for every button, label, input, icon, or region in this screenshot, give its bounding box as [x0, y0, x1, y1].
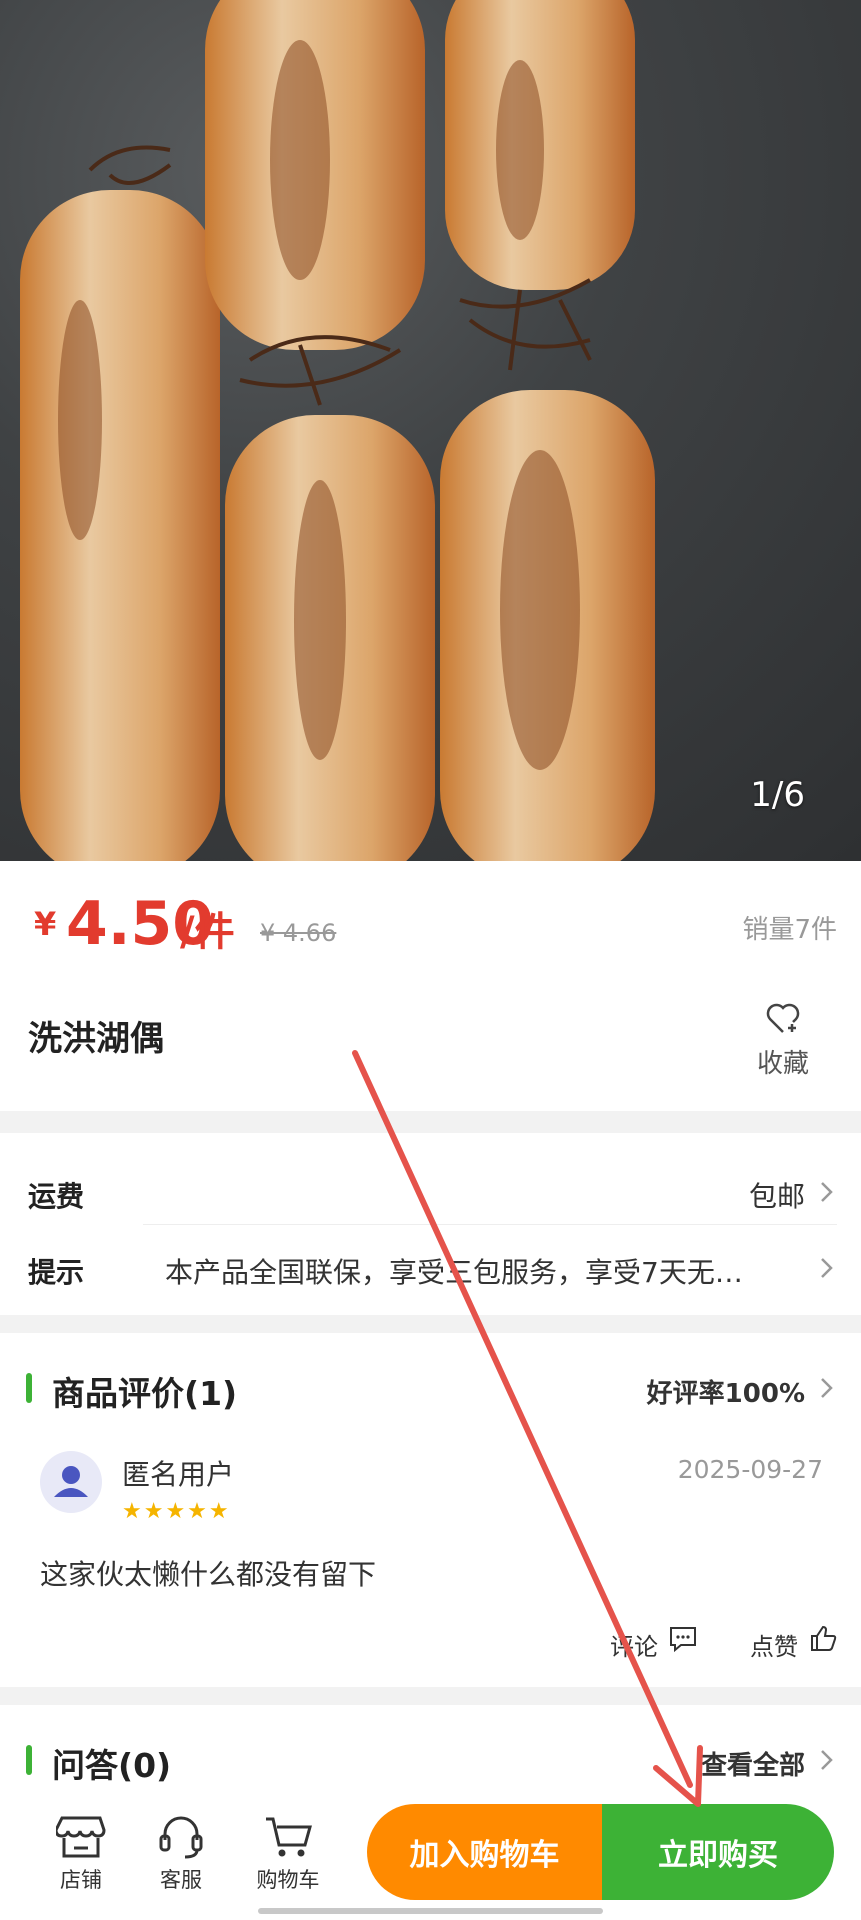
chevron-right-icon [821, 1182, 833, 1202]
review-stars: ★★★★★ [122, 1499, 231, 1524]
tip-label: 提示 [28, 1256, 85, 1289]
qa-view-all: 查看全部 [700, 1751, 805, 1781]
comment-icon [670, 1627, 696, 1653]
original-price: ¥ 4.66 [260, 919, 337, 947]
add-to-cart-button[interactable]: 加入购物车 [367, 1804, 602, 1900]
price-unit: /件 [180, 909, 235, 955]
favorite-button[interactable]: 收藏 [743, 1001, 823, 1080]
cart-icon [266, 1817, 312, 1857]
shop-tab[interactable]: 店铺 [36, 1814, 126, 1894]
avatar [40, 1451, 102, 1513]
sales-count: 销量7件 [742, 915, 837, 945]
positive-rate: 好评率100% [646, 1379, 805, 1409]
user-icon [54, 1466, 88, 1497]
heart-plus-icon [766, 1003, 800, 1033]
favorite-label: 收藏 [756, 1049, 809, 1079]
qa-title: 问答(0) [52, 1746, 172, 1785]
review-username: 匿名用户 [122, 1458, 235, 1491]
price-section: ¥ 4.50 /件 ¥ 4.66 销量7件 洗洪湖偶 收藏 [0, 861, 861, 1111]
product-title: 洗洪湖偶 [28, 1019, 164, 1059]
thumbs-up-icon [811, 1625, 837, 1651]
store-icon [56, 1816, 106, 1858]
tip-value: 本产品全国联保，享受三包服务，享受7天无… [165, 1256, 743, 1289]
reviews-section: 商品评价(1) 好评率100% 匿名用户 ★★★★★ 2025-09-27 这家… [0, 1333, 861, 1687]
section-accent-bar [26, 1745, 32, 1775]
chevron-right-icon [821, 1750, 833, 1770]
customer-service-tab[interactable]: 客服 [136, 1814, 226, 1894]
chevron-right-icon [821, 1378, 833, 1398]
home-indicator [258, 1908, 603, 1914]
shipping-label: 运费 [28, 1180, 85, 1213]
chevron-right-icon [821, 1258, 833, 1278]
buy-now-button[interactable]: 立即购买 [602, 1804, 834, 1900]
shop-label: 店铺 [60, 1868, 102, 1892]
review-text: 这家伙太懒什么都没有留下 [40, 1558, 377, 1591]
review-date: 2025-09-27 [677, 1455, 823, 1484]
shipping-value: 包邮 [748, 1180, 805, 1213]
section-accent-bar [26, 1373, 32, 1403]
cart-tab[interactable]: 购物车 [243, 1814, 333, 1894]
comment-label: 评论 [610, 1633, 658, 1661]
bottom-action-bar: 店铺 客服 购物车 加入购物车 立即购买 [0, 1790, 861, 1920]
service-label: 客服 [160, 1868, 202, 1892]
reviews-title: 商品评价(1) [52, 1374, 238, 1413]
currency-symbol: ¥ [34, 905, 57, 943]
image-counter: 1/6 [750, 775, 805, 815]
cart-label: 购物车 [256, 1868, 320, 1892]
like-label: 点赞 [750, 1633, 798, 1661]
product-image-gallery[interactable]: 1/6 [0, 0, 861, 861]
info-section: 运费 包邮 提示 本产品全国联保，享受三包服务，享受7天无… [0, 1133, 861, 1315]
divider [143, 1224, 837, 1225]
lotus-root-photo [20, 0, 655, 861]
headset-icon [159, 1816, 203, 1859]
